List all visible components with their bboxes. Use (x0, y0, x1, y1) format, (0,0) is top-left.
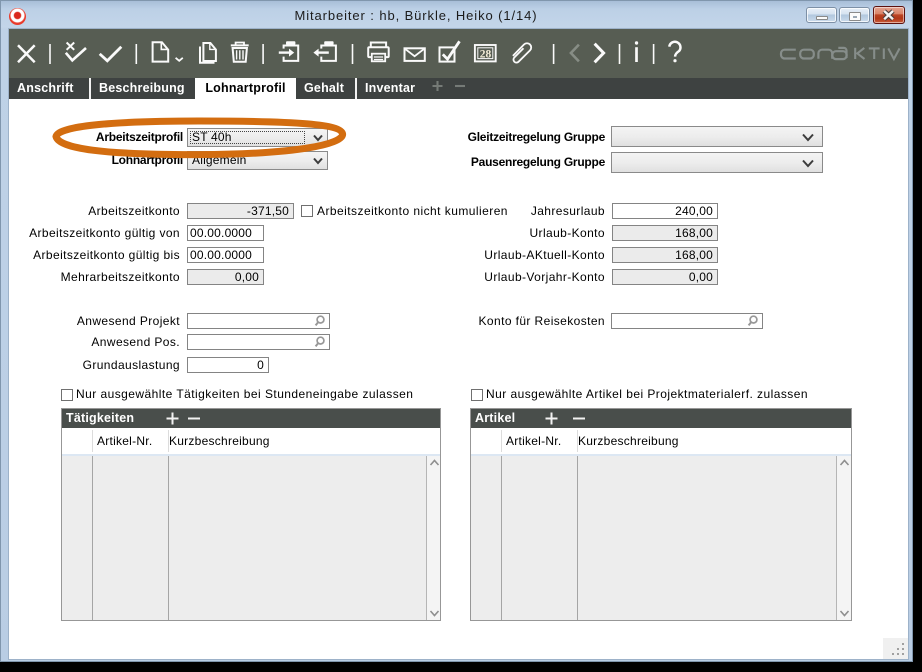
svg-text:28: 28 (480, 48, 492, 60)
